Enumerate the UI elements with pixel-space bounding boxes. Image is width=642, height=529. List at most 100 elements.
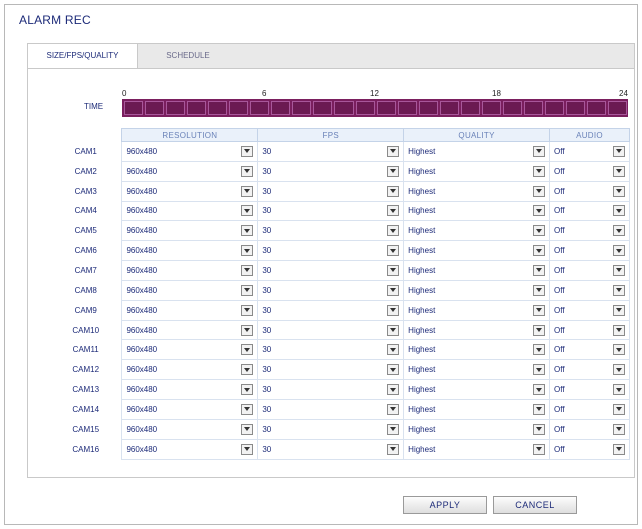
schedule-hour-cell[interactable] bbox=[481, 101, 501, 115]
quality-select[interactable]: Highest bbox=[408, 145, 546, 157]
audio-select[interactable]: Off bbox=[554, 264, 625, 276]
tab-schedule[interactable]: SCHEDULE bbox=[140, 44, 236, 69]
resolution-select[interactable]: 960x480 bbox=[126, 264, 254, 276]
audio-select[interactable]: Off bbox=[554, 225, 625, 237]
chevron-down-icon[interactable] bbox=[533, 165, 546, 177]
quality-select[interactable]: Highest bbox=[408, 324, 546, 336]
chevron-down-icon[interactable] bbox=[387, 304, 400, 316]
schedule-hour-cell[interactable] bbox=[166, 101, 186, 115]
chevron-down-icon[interactable] bbox=[613, 443, 625, 455]
chevron-down-icon[interactable] bbox=[533, 423, 546, 435]
chevron-down-icon[interactable] bbox=[613, 364, 625, 376]
chevron-down-icon[interactable] bbox=[533, 344, 546, 356]
chevron-down-icon[interactable] bbox=[613, 403, 625, 415]
fps-select[interactable]: 30 bbox=[262, 185, 400, 197]
chevron-down-icon[interactable] bbox=[613, 324, 625, 336]
chevron-down-icon[interactable] bbox=[533, 384, 546, 396]
chevron-down-icon[interactable] bbox=[533, 284, 546, 296]
chevron-down-icon[interactable] bbox=[387, 284, 400, 296]
quality-select[interactable]: Highest bbox=[408, 423, 546, 435]
audio-select[interactable]: Off bbox=[554, 443, 625, 455]
chevron-down-icon[interactable] bbox=[613, 384, 625, 396]
quality-select[interactable]: Highest bbox=[408, 344, 546, 356]
quality-select[interactable]: Highest bbox=[408, 245, 546, 257]
chevron-down-icon[interactable] bbox=[533, 264, 546, 276]
audio-select[interactable]: Off bbox=[554, 284, 625, 296]
quality-select[interactable]: Highest bbox=[408, 225, 546, 237]
fps-select[interactable]: 30 bbox=[262, 284, 400, 296]
chevron-down-icon[interactable] bbox=[387, 443, 400, 455]
audio-select[interactable]: Off bbox=[554, 364, 625, 376]
audio-select[interactable]: Off bbox=[554, 403, 625, 415]
schedule-hour-cell[interactable] bbox=[502, 101, 522, 115]
resolution-select[interactable]: 960x480 bbox=[126, 145, 254, 157]
quality-select[interactable]: Highest bbox=[408, 384, 546, 396]
audio-select[interactable]: Off bbox=[554, 304, 625, 316]
schedule-hour-cell[interactable] bbox=[145, 101, 165, 115]
chevron-down-icon[interactable] bbox=[387, 344, 400, 356]
schedule-hour-cell[interactable] bbox=[208, 101, 228, 115]
fps-select[interactable]: 30 bbox=[262, 403, 400, 415]
resolution-select[interactable]: 960x480 bbox=[126, 205, 254, 217]
chevron-down-icon[interactable] bbox=[613, 165, 625, 177]
fps-select[interactable]: 30 bbox=[262, 264, 400, 276]
resolution-select[interactable]: 960x480 bbox=[126, 384, 254, 396]
chevron-down-icon[interactable] bbox=[241, 324, 254, 336]
chevron-down-icon[interactable] bbox=[613, 264, 625, 276]
chevron-down-icon[interactable] bbox=[387, 264, 400, 276]
schedule-hour-cell[interactable] bbox=[460, 101, 480, 115]
chevron-down-icon[interactable] bbox=[241, 225, 254, 237]
fps-select[interactable]: 30 bbox=[262, 324, 400, 336]
resolution-select[interactable]: 960x480 bbox=[126, 443, 254, 455]
fps-select[interactable]: 30 bbox=[262, 205, 400, 217]
resolution-select[interactable]: 960x480 bbox=[126, 245, 254, 257]
audio-select[interactable]: Off bbox=[554, 384, 625, 396]
resolution-select[interactable]: 960x480 bbox=[126, 304, 254, 316]
schedule-hour-cell[interactable] bbox=[292, 101, 312, 115]
chevron-down-icon[interactable] bbox=[387, 384, 400, 396]
audio-select[interactable]: Off bbox=[554, 205, 625, 217]
quality-select[interactable]: Highest bbox=[408, 185, 546, 197]
chevron-down-icon[interactable] bbox=[613, 284, 625, 296]
schedule-hour-cell[interactable] bbox=[397, 101, 417, 115]
schedule-hour-cell[interactable] bbox=[376, 101, 396, 115]
chevron-down-icon[interactable] bbox=[533, 145, 546, 157]
chevron-down-icon[interactable] bbox=[613, 225, 625, 237]
chevron-down-icon[interactable] bbox=[241, 384, 254, 396]
chevron-down-icon[interactable] bbox=[241, 304, 254, 316]
chevron-down-icon[interactable] bbox=[387, 185, 400, 197]
chevron-down-icon[interactable] bbox=[387, 165, 400, 177]
chevron-down-icon[interactable] bbox=[387, 225, 400, 237]
fps-select[interactable]: 30 bbox=[262, 344, 400, 356]
chevron-down-icon[interactable] bbox=[241, 245, 254, 257]
chevron-down-icon[interactable] bbox=[613, 423, 625, 435]
chevron-down-icon[interactable] bbox=[533, 225, 546, 237]
chevron-down-icon[interactable] bbox=[241, 344, 254, 356]
fps-select[interactable]: 30 bbox=[262, 145, 400, 157]
schedule-timebar[interactable] bbox=[122, 99, 628, 117]
audio-select[interactable]: Off bbox=[554, 185, 625, 197]
chevron-down-icon[interactable] bbox=[241, 423, 254, 435]
audio-select[interactable]: Off bbox=[554, 165, 625, 177]
schedule-hour-cell[interactable] bbox=[587, 101, 607, 115]
chevron-down-icon[interactable] bbox=[387, 364, 400, 376]
cancel-button[interactable]: CANCEL bbox=[493, 496, 577, 514]
chevron-down-icon[interactable] bbox=[241, 403, 254, 415]
schedule-hour-cell[interactable] bbox=[124, 101, 144, 115]
schedule-hour-cell[interactable] bbox=[187, 101, 207, 115]
schedule-hour-cell[interactable] bbox=[313, 101, 333, 115]
resolution-select[interactable]: 960x480 bbox=[126, 324, 254, 336]
chevron-down-icon[interactable] bbox=[387, 245, 400, 257]
chevron-down-icon[interactable] bbox=[387, 403, 400, 415]
apply-button[interactable]: APPLY bbox=[403, 496, 487, 514]
chevron-down-icon[interactable] bbox=[387, 423, 400, 435]
schedule-hour-cell[interactable] bbox=[439, 101, 459, 115]
chevron-down-icon[interactable] bbox=[387, 145, 400, 157]
fps-select[interactable]: 30 bbox=[262, 304, 400, 316]
resolution-select[interactable]: 960x480 bbox=[126, 423, 254, 435]
resolution-select[interactable]: 960x480 bbox=[126, 344, 254, 356]
resolution-select[interactable]: 960x480 bbox=[126, 185, 254, 197]
quality-select[interactable]: Highest bbox=[408, 165, 546, 177]
chevron-down-icon[interactable] bbox=[241, 145, 254, 157]
resolution-select[interactable]: 960x480 bbox=[126, 364, 254, 376]
